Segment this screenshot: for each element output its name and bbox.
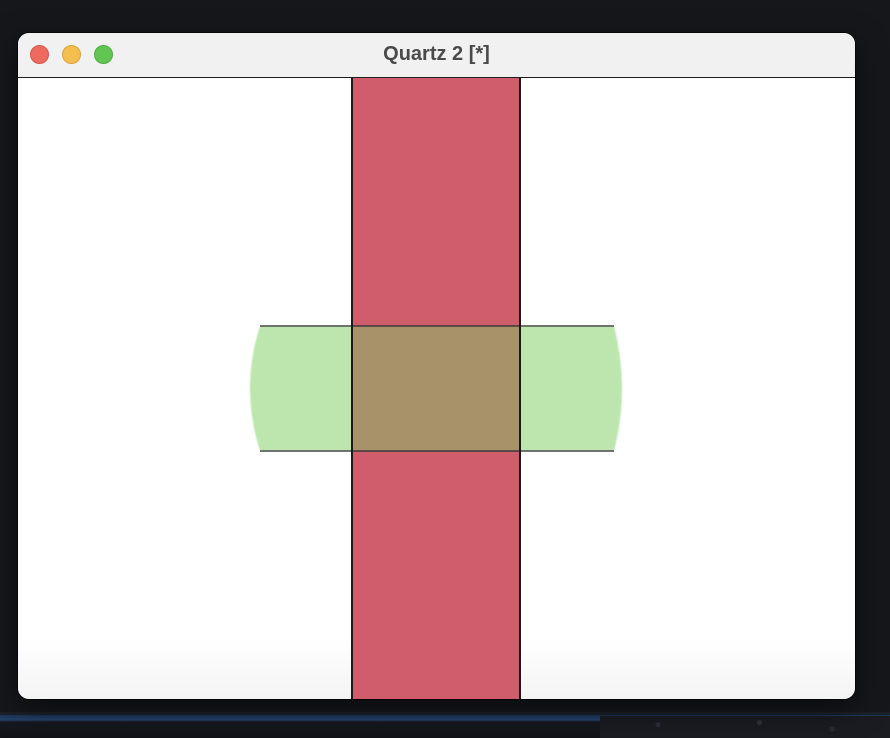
window-titlebar[interactable]: Quartz 2 [*]	[18, 33, 855, 78]
overlap-region	[352, 326, 520, 451]
desktop-background	[0, 712, 890, 738]
canvas-drawing	[250, 78, 622, 699]
quartz-window: Quartz 2 [*]	[18, 33, 855, 699]
drawing-canvas[interactable]	[18, 78, 855, 699]
window-title: Quartz 2 [*]	[383, 43, 490, 65]
desktop-wallpaper	[600, 716, 890, 738]
